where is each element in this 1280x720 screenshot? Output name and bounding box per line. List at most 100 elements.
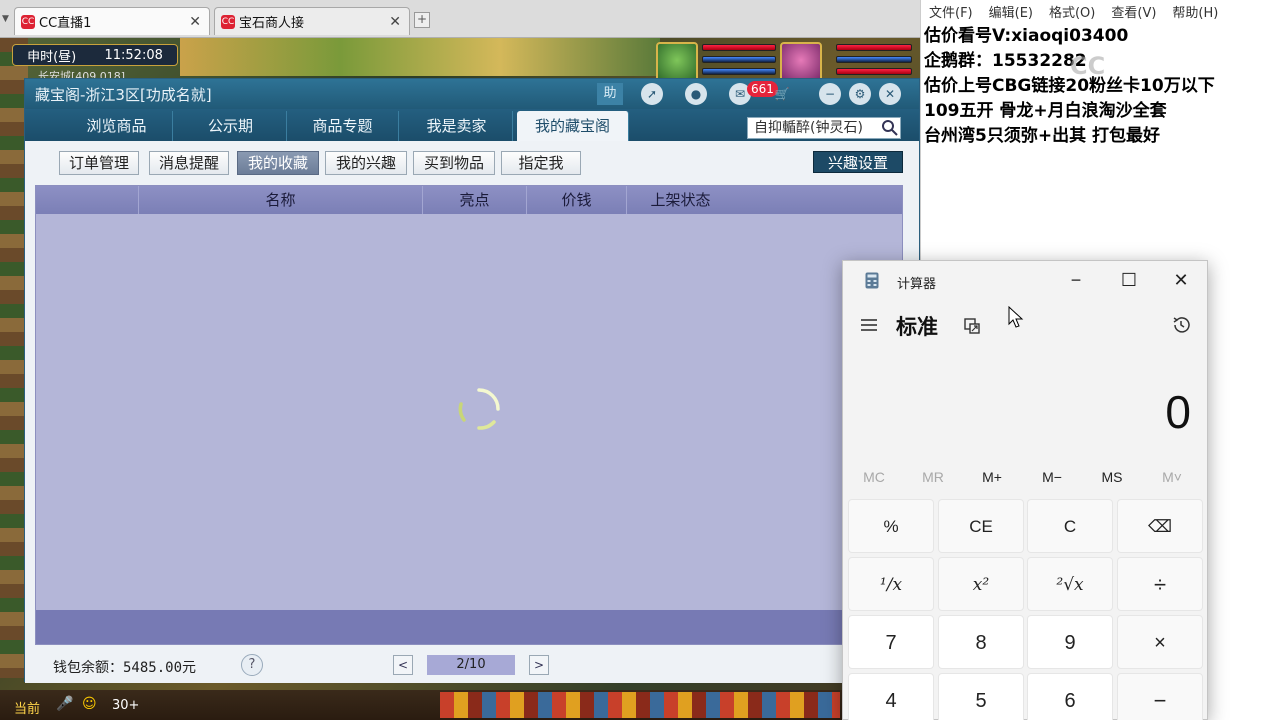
prev-page-button[interactable]: < bbox=[393, 655, 413, 675]
menu-edit[interactable]: 编辑(E) bbox=[981, 0, 1041, 22]
hamburger-menu-icon[interactable] bbox=[859, 317, 879, 333]
menu-format[interactable]: 格式(O) bbox=[1041, 0, 1103, 22]
player-avatar[interactable] bbox=[780, 42, 822, 82]
table-footer bbox=[36, 610, 902, 644]
tab-my-pavilion[interactable]: 我的藏宝阁 bbox=[517, 111, 629, 141]
memory-subtract-button[interactable]: M− bbox=[1023, 469, 1081, 485]
cart-icon[interactable]: 🛒 bbox=[771, 83, 793, 105]
digit-5-button[interactable]: 5 bbox=[938, 673, 1024, 720]
page-indicator: 2/10 bbox=[427, 655, 515, 675]
memory-recall-button[interactable]: MR bbox=[904, 469, 962, 485]
microphone-icon[interactable]: 🎤 bbox=[56, 696, 73, 712]
window-title: 藏宝阁-浙江3区[功成名就] bbox=[35, 86, 212, 104]
my-favorites-button[interactable]: 我的收藏 bbox=[237, 151, 319, 175]
next-page-button[interactable]: > bbox=[529, 655, 549, 675]
help-question-icon[interactable]: ? bbox=[241, 654, 263, 676]
share-icon[interactable]: ➚ bbox=[641, 83, 663, 105]
item-shortcut-bar[interactable] bbox=[440, 692, 840, 718]
game-bottom-bar: 当前 🎤 ☺ 30+ bbox=[0, 690, 920, 720]
maximize-icon[interactable]: ☐ bbox=[1115, 267, 1143, 293]
browser-tab-cc-live[interactable]: CC CC直播1 ✕ bbox=[14, 7, 210, 35]
minimize-icon[interactable]: − bbox=[819, 83, 841, 105]
calculator-window: 计算器 − ☐ ✕ 标准 0 MC MR M+ M− MS M˅ % CE C … bbox=[842, 260, 1208, 720]
purchased-items-button[interactable]: 买到物品 bbox=[413, 151, 495, 175]
digit-8-button[interactable]: 8 bbox=[938, 615, 1024, 669]
player-mp-bar bbox=[836, 56, 912, 63]
game-top-scenery bbox=[180, 38, 660, 76]
tab-publicity[interactable]: 公示期 bbox=[175, 111, 287, 141]
calculator-display: 0 bbox=[1165, 386, 1191, 438]
pet-avatar[interactable] bbox=[656, 42, 698, 82]
column-header-name[interactable]: 名称 bbox=[138, 186, 422, 214]
game-clock: 申时(昼) 11:52:08 bbox=[12, 44, 178, 66]
history-icon[interactable] bbox=[1171, 315, 1191, 335]
multiply-button[interactable]: × bbox=[1117, 615, 1203, 669]
clear-button[interactable]: C bbox=[1027, 499, 1113, 553]
notepad-text-area[interactable]: 估价看号V:xiaoqi03400 企鹅群：15532282 估价上号CBG链接… bbox=[924, 24, 1215, 149]
browser-tab-gem-merchant[interactable]: CC 宝石商人接 ✕ bbox=[214, 7, 410, 35]
digit-6-button[interactable]: 6 bbox=[1027, 673, 1113, 720]
pet-exp-bar bbox=[702, 68, 776, 75]
emoji-icon[interactable]: ☺ bbox=[82, 696, 97, 712]
reciprocal-button[interactable]: ¹/x bbox=[848, 557, 934, 611]
backspace-icon[interactable]: ⌫ bbox=[1117, 499, 1203, 553]
column-header-price[interactable]: 价钱 bbox=[526, 186, 626, 214]
menu-file[interactable]: 文件(F) bbox=[921, 0, 981, 22]
percent-button[interactable]: % bbox=[848, 499, 934, 553]
digit-4-button[interactable]: 4 bbox=[848, 673, 934, 720]
record-icon[interactable]: ● bbox=[685, 83, 707, 105]
square-root-button[interactable]: ²√x bbox=[1027, 557, 1113, 611]
chat-channel[interactable]: 当前 bbox=[14, 698, 40, 717]
note-line: 109五开 骨龙+月白浪淘沙全套 bbox=[924, 101, 1167, 121]
keep-on-top-icon[interactable] bbox=[963, 317, 981, 335]
player-anger-bar bbox=[836, 68, 912, 75]
assigned-to-me-button[interactable]: 指定我 bbox=[501, 151, 581, 175]
player-hp-bar bbox=[836, 44, 912, 51]
digit-7-button[interactable]: 7 bbox=[848, 615, 934, 669]
help-button[interactable]: 助 bbox=[597, 83, 623, 105]
interest-settings-button[interactable]: 兴趣设置 bbox=[813, 151, 903, 173]
clock-time: 11:52:08 bbox=[104, 47, 163, 63]
column-header-status[interactable]: 上架状态 bbox=[626, 186, 734, 214]
table-header: 名称 亮点 价钱 上架状态 bbox=[36, 186, 902, 214]
window-titlebar[interactable]: 藏宝阁-浙江3区[功成名就] 助 ➚ ● ✉ 661 🛒 − ⚙ ✕ bbox=[25, 79, 919, 109]
pet-hp-bar bbox=[702, 44, 776, 51]
my-interests-button[interactable]: 我的兴趣 bbox=[325, 151, 407, 175]
message-reminder-button[interactable]: 消息提醒 bbox=[149, 151, 229, 175]
tab-topics[interactable]: 商品专题 bbox=[287, 111, 399, 141]
memory-store-button[interactable]: MS bbox=[1083, 469, 1141, 485]
column-header-blank bbox=[36, 186, 138, 214]
memory-clear-button[interactable]: MC bbox=[845, 469, 903, 485]
divide-button[interactable]: ÷ bbox=[1117, 557, 1203, 611]
search-icon[interactable] bbox=[881, 119, 899, 137]
memory-list-button[interactable]: M˅ bbox=[1143, 469, 1201, 485]
memory-add-button[interactable]: M+ bbox=[963, 469, 1021, 485]
close-icon[interactable]: ✕ bbox=[1167, 267, 1195, 293]
mouse-cursor-icon bbox=[1008, 306, 1024, 328]
digit-9-button[interactable]: 9 bbox=[1027, 615, 1113, 669]
tab-dropdown-icon[interactable]: ▼ bbox=[2, 14, 9, 24]
menu-view[interactable]: 查看(V) bbox=[1103, 0, 1164, 22]
chat-count: 30+ bbox=[112, 698, 140, 713]
memory-row: MC MR M+ M− MS M˅ bbox=[843, 469, 1207, 489]
search-input[interactable]: 自抑輴醉(钟灵石) bbox=[747, 117, 901, 139]
square-button[interactable]: x² bbox=[938, 557, 1024, 611]
calculator-title: 计算器 bbox=[897, 276, 937, 291]
tab-browse[interactable]: 浏览商品 bbox=[61, 111, 173, 141]
tab-label: 宝石商人接 bbox=[239, 16, 305, 31]
new-tab-button[interactable]: + bbox=[414, 12, 430, 28]
tab-seller[interactable]: 我是卖家 bbox=[401, 111, 513, 141]
close-window-icon[interactable]: ✕ bbox=[879, 83, 901, 105]
close-tab-icon[interactable]: ✕ bbox=[389, 14, 401, 30]
menu-help[interactable]: 帮助(H) bbox=[1164, 0, 1226, 22]
calculator-icon bbox=[865, 272, 879, 289]
subtract-button[interactable]: − bbox=[1117, 673, 1203, 720]
order-management-button[interactable]: 订单管理 bbox=[59, 151, 139, 175]
column-header-highlight[interactable]: 亮点 bbox=[422, 186, 526, 214]
clear-entry-button[interactable]: CE bbox=[938, 499, 1024, 553]
close-tab-icon[interactable]: ✕ bbox=[189, 14, 201, 30]
minimize-icon[interactable]: − bbox=[1062, 267, 1090, 293]
cc-favicon-icon: CC bbox=[21, 14, 35, 29]
settings-gear-icon[interactable]: ⚙ bbox=[849, 83, 871, 105]
cc-watermark: CC bbox=[1070, 52, 1106, 80]
